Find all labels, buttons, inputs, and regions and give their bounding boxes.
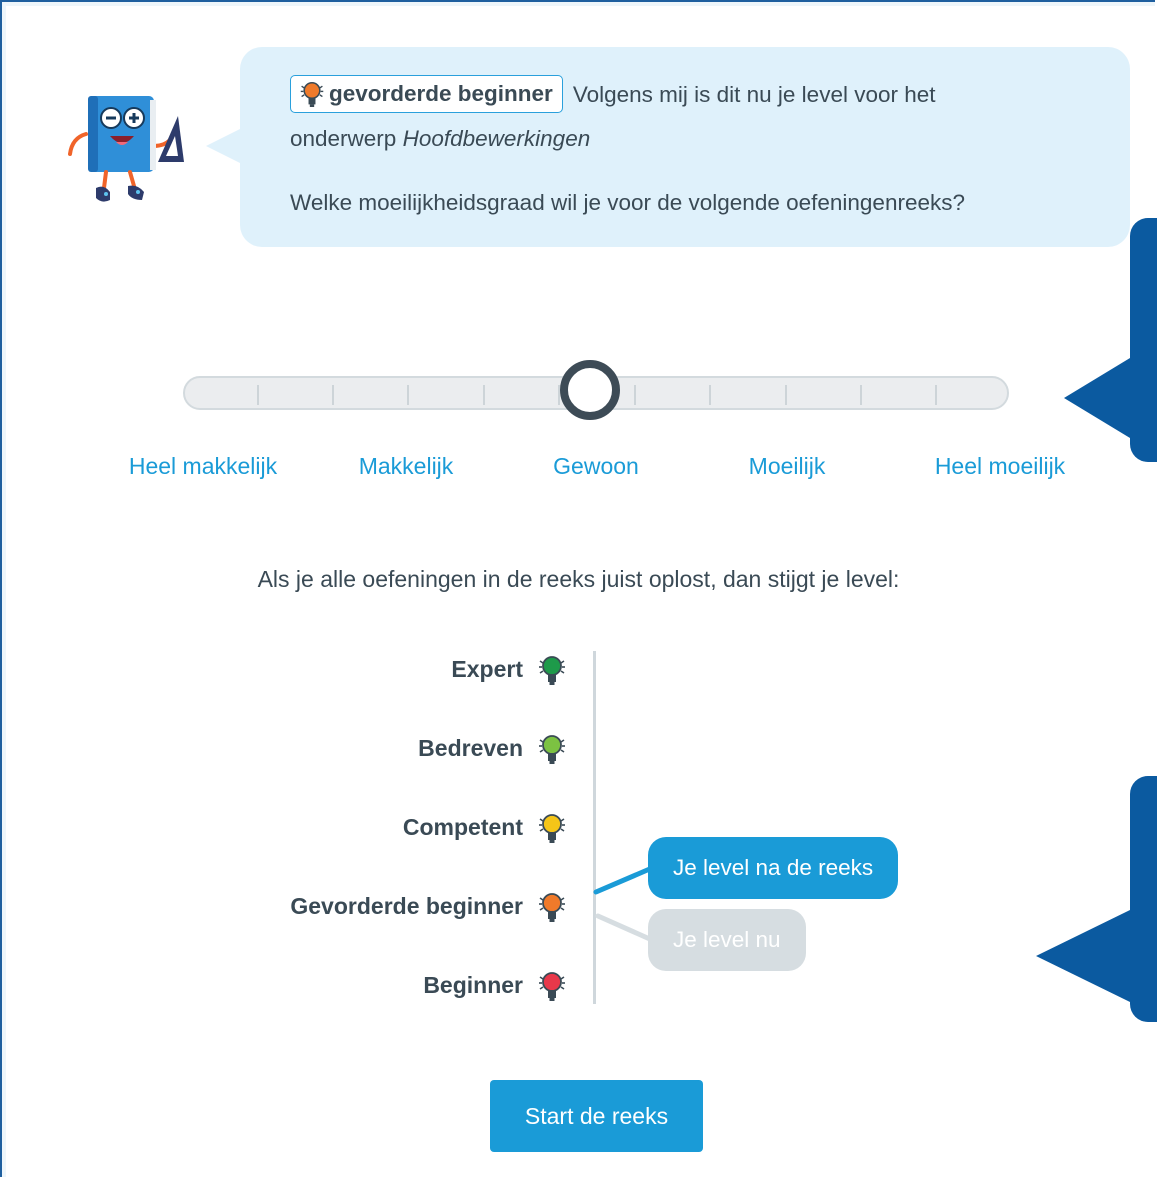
level-now-pill: Je level nu (648, 909, 806, 971)
speech-bubble: gevorderde beginner Volgens mij is dit n… (240, 47, 1130, 247)
tooltip-callout-bottom (1130, 776, 1157, 1022)
difficulty-question: Welke moeilijkheidsgraad wil je voor de … (290, 190, 965, 215)
message-line1: Volgens mij is dit nu je level voor het (572, 82, 936, 107)
difficulty-option-very-easy[interactable]: Heel makkelijk (129, 453, 277, 480)
current-level-chip: gevorderde beginner (290, 75, 563, 114)
message-line2-prefix: onderwerp (290, 126, 397, 151)
slider-tick (407, 385, 409, 405)
difficulty-option-hard[interactable]: Moeilijk (749, 453, 826, 480)
level-label-beginner: Beginner (423, 972, 523, 998)
slider-tick (709, 385, 711, 405)
bubble-text: gevorderde beginner Volgens mij is dit n… (290, 73, 1090, 225)
level-after-pill: Je level na de reeks (648, 837, 899, 899)
level-label-expert: Expert (451, 656, 523, 682)
difficulty-slider-thumb[interactable] (560, 360, 620, 420)
level-label-bedreven: Bedreven (418, 735, 523, 761)
start-series-button[interactable]: Start de reeks (490, 1080, 703, 1152)
bubble-tail (206, 128, 242, 164)
slider-tick (785, 385, 787, 405)
slider-tick (483, 385, 485, 405)
orange-bulb-icon (300, 82, 324, 108)
level-label-competent: Competent (402, 814, 523, 840)
difficulty-option-normal[interactable]: Gewoon (553, 453, 639, 480)
slider-tick (935, 385, 937, 405)
slider-tick (634, 385, 636, 405)
light-green-bulb-icon (539, 735, 565, 764)
tooltip-callout-bottom-pointer (1036, 910, 1130, 1002)
green-bulb-icon (539, 656, 565, 685)
current-level-label: gevorderde beginner (329, 81, 553, 107)
level-label-gevorderde-beginner: Gevorderde beginner (290, 893, 523, 919)
slider-tick (257, 385, 259, 405)
slider-tick (332, 385, 334, 405)
yellow-bulb-icon (539, 814, 565, 843)
levels-axis (593, 651, 596, 1004)
mascot-icon (68, 96, 184, 202)
orange-bulb-icon (539, 893, 565, 922)
topic-name: Hoofdbewerkingen (402, 126, 591, 151)
difficulty-option-easy[interactable]: Makkelijk (359, 453, 454, 480)
difficulty-option-very-hard[interactable]: Heel moeilijk (935, 453, 1065, 480)
tooltip-callout-top-pointer (1064, 358, 1130, 438)
tooltip-callout-top (1130, 218, 1157, 462)
red-bulb-icon (539, 972, 565, 1001)
level-rise-text: Als je alle oefeningen in de reeks juist… (257, 566, 900, 592)
slider-tick (860, 385, 862, 405)
